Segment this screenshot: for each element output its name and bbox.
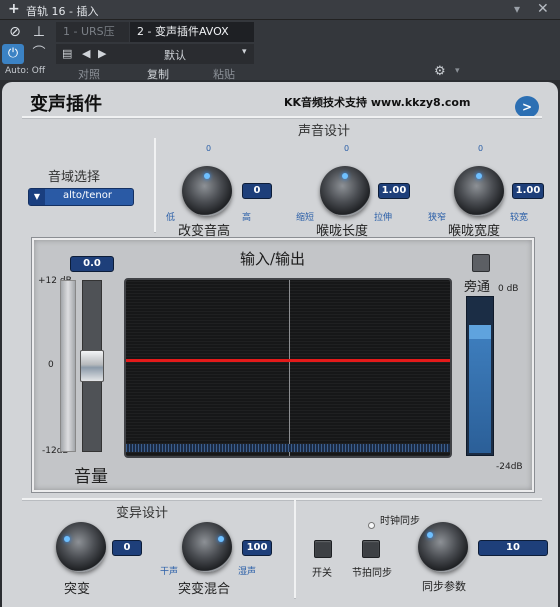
mutation-mix-knob[interactable]: [182, 522, 232, 572]
clock-sync-label: 时钟同步: [380, 516, 420, 527]
prev-preset-icon[interactable]: ◀: [82, 47, 90, 60]
pitch-high-label: 高: [242, 213, 252, 223]
volume-value[interactable]: 0.0: [70, 256, 114, 272]
pitch-low-label: 低: [166, 213, 176, 223]
divider: [22, 498, 542, 500]
pitch-value[interactable]: 0: [242, 183, 272, 199]
knob-indicator: [342, 173, 348, 179]
bypass-meter: [466, 296, 494, 456]
throat-width-knob[interactable]: [454, 166, 504, 216]
close-icon[interactable]: ✕: [537, 1, 549, 17]
bypass-label: 旁通: [464, 280, 491, 295]
volume-fader-handle[interactable]: [80, 350, 104, 382]
volume-meter: [60, 280, 76, 452]
add-icon[interactable]: +: [8, 1, 20, 17]
throat-length-knob[interactable]: [320, 166, 370, 216]
divider: [22, 116, 542, 118]
preset-selector[interactable]: ▤ ◀ ▶ 默认 ▾: [56, 44, 254, 64]
brand-text: KK音频技术支持 www.kkzy8.com: [284, 96, 471, 109]
window-titlebar: + 音轨 16 - 插入 ▾ ✕: [0, 0, 560, 20]
copy-button[interactable]: 复制: [147, 66, 169, 82]
bypass-meter-peak: [469, 325, 491, 339]
beat-sync-button[interactable]: [362, 540, 380, 558]
voice-design-title: 声音设计: [298, 124, 351, 139]
sync-param-value[interactable]: 10: [478, 540, 548, 556]
next-preset-icon[interactable]: ▶: [98, 47, 106, 60]
divider: [154, 138, 156, 232]
knob-indicator: [64, 536, 70, 542]
bypass-button[interactable]: [472, 254, 490, 272]
knob-indicator: [427, 532, 433, 538]
io-panel: 输入/输出 0.0 +12 dB 0 -12dB 音量 旁通 0 dB -24d…: [32, 238, 534, 492]
automation-status: Auto: Off: [5, 66, 46, 76]
chevron-down-icon[interactable]: ▼: [29, 189, 45, 205]
gear-icon[interactable]: ⚙: [434, 64, 446, 79]
sync-param-label: 同步参数: [422, 580, 466, 593]
range-select-label: 音域选择: [48, 170, 101, 185]
mutation-mix-value[interactable]: 100: [242, 540, 272, 556]
target-icon[interactable]: ⊘: [4, 22, 26, 42]
preset-name: 默认: [164, 49, 186, 62]
throat-width-label: 喉咙宽度: [448, 224, 501, 239]
range-select-value: alto/tenor: [63, 190, 112, 201]
bypass-scale-bottom: -24dB: [496, 462, 523, 472]
scope-signal-line: [126, 359, 450, 362]
automation-icon[interactable]: ⌒: [28, 44, 50, 64]
mutate-value[interactable]: 0: [112, 540, 142, 556]
compare-button[interactable]: 对照: [78, 66, 100, 82]
mutate-label: 突变: [64, 582, 91, 597]
host-toolbar: ⊘ ⊥ 1 - URS压缩 2 - 变声插件AVOX ⏻ ⌒ Auto: Off…: [0, 20, 560, 82]
knob-indicator: [204, 173, 210, 179]
throat-width-low-label: 狭窄: [428, 213, 447, 223]
mix-wet-label: 湿声: [238, 567, 257, 577]
ear-logo-icon: >: [515, 96, 539, 118]
knob-indicator: [218, 536, 224, 542]
throat-length-high-label: 拉伸: [374, 213, 393, 223]
io-scope-display: [124, 278, 452, 458]
clock-sync-led[interactable]: [368, 522, 375, 529]
chevron-down-icon[interactable]: ▾: [242, 47, 247, 57]
pitch-zero-label: 0: [206, 144, 212, 153]
throat-length-label: 喉咙长度: [316, 224, 369, 239]
throat-width-value[interactable]: 1.00: [512, 183, 544, 199]
pin-icon[interactable]: ▾: [514, 2, 520, 16]
throat-length-zero-label: 0: [344, 144, 350, 153]
pitch-knob[interactable]: [182, 166, 232, 216]
routing-icon[interactable]: ⊥: [28, 22, 50, 42]
mix-dry-label: 干声: [160, 567, 179, 577]
knob-indicator: [476, 173, 482, 179]
throat-width-high-label: 较宽: [510, 213, 529, 223]
save-preset-icon[interactable]: ▤: [62, 47, 72, 60]
paste-button[interactable]: 粘贴: [213, 66, 235, 82]
tab-avox[interactable]: 2 - 变声插件AVOX: [130, 22, 254, 42]
plugin-title: 变声插件: [30, 94, 102, 115]
volume-label: 音量: [74, 467, 108, 487]
chevron-down-icon[interactable]: ▾: [455, 66, 460, 76]
range-select[interactable]: ▼ alto/tenor: [28, 188, 134, 206]
mutation-mix-label: 突变混合: [178, 582, 231, 597]
mutate-knob[interactable]: [56, 522, 106, 572]
io-title: 输入/输出: [240, 250, 306, 268]
scope-center-line: [289, 280, 290, 456]
throat-length-value[interactable]: 1.00: [378, 183, 410, 199]
plugin-panel: 变声插件 KK音频技术支持 www.kkzy8.com > 声音设计 音域选择 …: [2, 82, 558, 607]
volume-scale-mid: 0: [48, 360, 54, 370]
bypass-meter-fill: [469, 325, 491, 453]
mutation-design-title: 变异设计: [116, 506, 169, 521]
beat-sync-label: 节拍同步: [352, 568, 392, 579]
pitch-label: 改变音高: [178, 224, 231, 239]
throat-length-low-label: 缩短: [296, 213, 315, 223]
scope-noise-floor: [126, 444, 450, 452]
sync-param-knob[interactable]: [418, 522, 468, 572]
power-button[interactable]: ⏻: [2, 44, 24, 64]
bypass-scale-top: 0 dB: [498, 284, 519, 294]
mutation-switch-button[interactable]: [314, 540, 332, 558]
mutation-switch-label: 开关: [312, 568, 332, 579]
window-title: 音轨 16 - 插入: [26, 5, 99, 18]
throat-width-zero-label: 0: [478, 144, 484, 153]
tab-urs-compressor[interactable]: 1 - URS压缩: [56, 22, 129, 58]
divider: [294, 498, 296, 598]
